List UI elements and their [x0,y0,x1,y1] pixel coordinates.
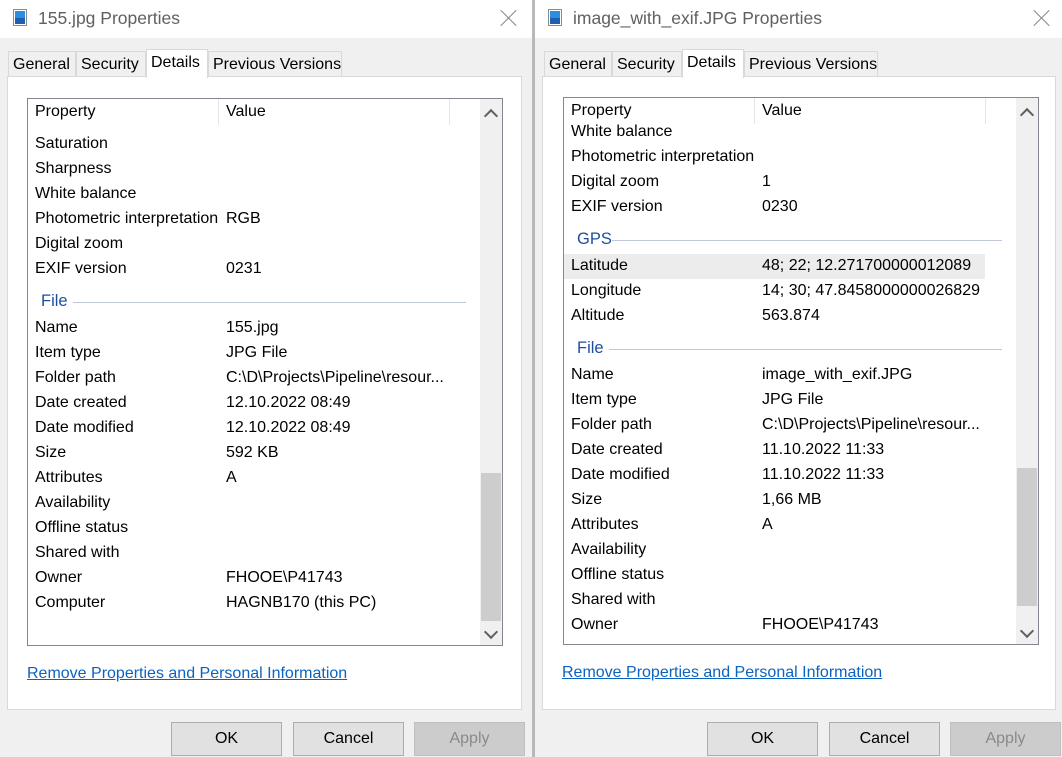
list-item[interactable]: Date created 12.10.2022 08:49 [28,391,480,416]
scrollbar-thumb[interactable] [1017,468,1037,606]
list-item[interactable]: Shared with [564,588,1016,613]
list-item[interactable]: Photometric interpretation RGB [28,207,480,232]
chevron-down-icon[interactable] [1019,623,1035,639]
list-item[interactable]: Item type JPG File [28,341,480,366]
list-item[interactable]: Altitude 563.874 [564,304,1016,329]
chevron-up-icon[interactable] [483,108,499,124]
list-item[interactable]: Name 155.jpg [28,316,480,341]
list-item[interactable]: Photometric interpretation [564,145,1016,170]
list-item[interactable]: Folder path C:\D\Projects\Pipeline\resour… [28,366,480,391]
chevron-down-icon[interactable] [483,624,499,640]
group-heading-file: File [564,335,1016,360]
apply-button[interactable]: Apply [950,722,1061,756]
tab-general[interactable]: General [8,51,76,77]
list-item[interactable]: Attributes A [28,466,480,491]
list-item[interactable]: White balance [564,120,1016,145]
list-item[interactable]: Date created 11.10.2022 11:33 [564,438,1016,463]
property-list[interactable]: Property Value White balance Photometric… [563,97,1039,645]
column-header-value[interactable]: Value [762,102,802,120]
list-item[interactable]: Offline status [28,516,480,541]
list-item[interactable]: Availability [564,538,1016,563]
close-icon[interactable] [1032,8,1052,28]
ok-button[interactable]: OK [707,722,818,756]
list-item[interactable]: Folder path C:\D\Projects\Pipeline\resour… [564,413,1016,438]
list-item[interactable]: Latitude 48; 22; 12.271700000012089 [564,254,985,279]
image-file-icon [13,9,27,26]
list-item[interactable]: White balance [28,182,480,207]
list-item[interactable]: Size 592 KB [28,441,480,466]
list-item[interactable]: Saturation [28,132,480,157]
vertical-scrollbar[interactable] [1016,98,1038,644]
remove-properties-link[interactable]: Remove Properties and Personal Informati… [27,665,347,683]
image-file-icon [548,9,562,26]
list-item[interactable]: EXIF version 0231 [28,257,480,282]
list-item[interactable]: Longitude 14; 30; 47.8458000000026829 [564,279,1016,304]
title-bar: 155.jpg Properties [0,0,532,38]
window-title: 155.jpg Properties [38,8,181,28]
column-header-value[interactable]: Value [226,103,266,121]
group-heading-gps: GPS [564,226,1016,251]
apply-button[interactable]: Apply [414,722,525,756]
column-header-property[interactable]: Property [35,103,95,121]
tab-details[interactable]: Details [682,49,744,78]
list-item[interactable]: Item type JPG File [564,388,1016,413]
scrollbar-thumb[interactable] [481,473,501,621]
column-header-property[interactable]: Property [571,102,631,120]
list-item[interactable]: EXIF version 0230 [564,195,1016,220]
tab-security[interactable]: Security [76,51,146,77]
tab-details[interactable]: Details [146,49,208,78]
property-list[interactable]: Property Value Saturation Sharpness Whit… [27,98,503,646]
properties-dialog-155: 155.jpg Properties General Security Deta… [0,0,532,757]
tab-previous-versions[interactable]: Previous Versions [744,51,878,77]
list-item[interactable]: Sharpness [28,157,480,182]
list-item[interactable]: Offline status [564,563,1016,588]
tab-previous-versions[interactable]: Previous Versions [208,51,342,77]
ok-button[interactable]: OK [171,722,282,756]
remove-properties-link[interactable]: Remove Properties and Personal Informati… [562,664,882,682]
chevron-up-icon[interactable] [1019,107,1035,123]
cancel-button[interactable]: Cancel [293,722,404,756]
list-item[interactable]: Attributes A [564,513,1016,538]
list-item[interactable]: Name image_with_exif.JPG [564,363,1016,388]
vertical-scrollbar[interactable] [480,99,502,645]
properties-dialog-image-with-exif: image_with_exif.JPG Properties General S… [535,0,1062,757]
tab-general[interactable]: General [544,51,612,77]
list-header: Property Value [28,99,480,125]
list-item[interactable]: Owner FHOOE\P41743 [28,566,480,591]
list-item[interactable]: Size 1,66 MB [564,488,1016,513]
list-item[interactable]: Owner FHOOE\P41743 [564,613,1016,638]
tab-security[interactable]: Security [612,51,682,77]
list-item[interactable]: Date modified 12.10.2022 08:49 [28,416,480,441]
list-item[interactable]: Digital zoom [28,232,480,257]
list-item[interactable]: Computer HAGNB170 (this PC) [28,591,480,616]
window-title: image_with_exif.JPG Properties [573,8,822,28]
cancel-button[interactable]: Cancel [829,722,940,756]
group-heading-file: File [28,288,480,313]
list-item[interactable]: Availability [28,491,480,516]
list-item[interactable]: Shared with [28,541,480,566]
close-icon[interactable] [499,8,519,28]
list-item[interactable]: Digital zoom 1 [564,170,1016,195]
list-item[interactable]: Date modified 11.10.2022 11:33 [564,463,1016,488]
title-bar: image_with_exif.JPG Properties [535,0,1062,38]
